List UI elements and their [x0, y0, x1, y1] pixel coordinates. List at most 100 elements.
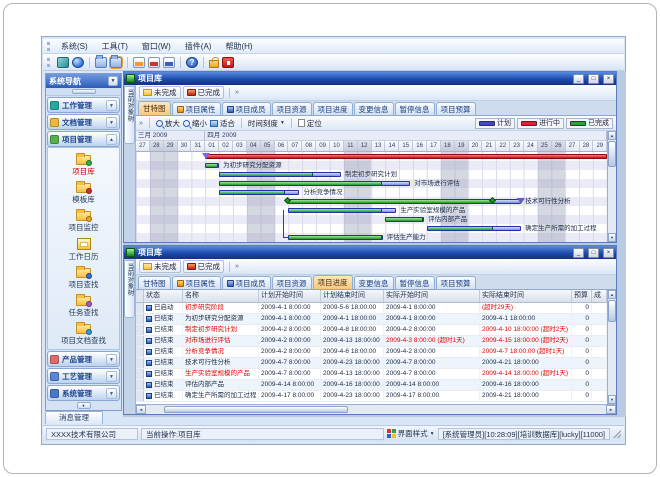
sidebar-item-0[interactable]: 项目库 [48, 151, 119, 178]
object-tree-tab[interactable]: 当前对象树 [124, 86, 135, 144]
tab-3[interactable]: 项目资源 [272, 276, 312, 289]
table-row-7[interactable]: 已结束评估内部产品2009-4-14 8:00:002009-4-16 18:0… [136, 380, 607, 391]
scroll-left-icon[interactable]: ◄ [136, 405, 146, 414]
report-red-icon[interactable] [148, 57, 160, 68]
tab-4[interactable]: 项目进度 [313, 275, 353, 289]
timescale-button[interactable]: 时间刻度▼ [248, 118, 285, 129]
sidebar-item-4[interactable]: 项目查找 [48, 264, 119, 291]
vertical-scrollbar[interactable]: ▲ ▼ [607, 290, 616, 404]
tab-1[interactable]: 项目属性 [172, 102, 221, 115]
minimize-button[interactable]: _ [573, 248, 584, 258]
locate-button[interactable]: 定位 [298, 118, 322, 129]
filter-unfinished-button[interactable]: 未完成 [139, 86, 181, 99]
window-titlebar[interactable]: 项目库 _ □ × [124, 246, 616, 259]
zoom-out-button[interactable]: 缩小 [183, 118, 207, 129]
scroll-right-icon[interactable]: ► [606, 405, 616, 414]
menu-item-1[interactable]: 工具(T) [95, 39, 135, 54]
tab-3[interactable]: 项目资源 [272, 102, 312, 115]
table-row-5[interactable]: 已结束技术可行性分析2009-4-7 8:00:002009-4-23 18:0… [136, 358, 607, 369]
tab-2[interactable]: 项目成员 [222, 102, 271, 115]
table-row-3[interactable]: 已结束对市场进行评估2009-4-2 8:00:002009-4-13 18:0… [136, 336, 607, 347]
filter-finished-button[interactable]: 已完成 [183, 86, 225, 99]
message-tab[interactable]: 消息管理 [45, 411, 103, 424]
table-row-0[interactable]: 已启动初步研究阶段2009-4-1 8:00:002009-5-6 18:00:… [136, 303, 607, 314]
vertical-scrollbar[interactable]: ▲ ▼ [607, 131, 616, 242]
sidebar-item-3[interactable]: 工作日历 [48, 235, 119, 263]
tab-5[interactable]: 变更信息 [354, 276, 394, 289]
more-chevron-icon[interactable]: » [235, 89, 239, 96]
globe-icon[interactable] [72, 57, 84, 68]
sidebar-item-1[interactable]: 模板库 [48, 179, 119, 206]
object-tree-tab[interactable]: 当前对象树 [124, 260, 135, 318]
scroll-thumb[interactable] [608, 300, 616, 322]
folder-open-icon[interactable] [110, 57, 122, 68]
sidebar-group-3[interactable]: 产品管理▼ [47, 351, 120, 367]
chevron-up-icon[interactable]: ▲ [106, 134, 117, 145]
gantt-bar-1[interactable] [205, 163, 219, 168]
chevron-down-icon[interactable]: ▼ [106, 371, 117, 382]
column-header-7[interactable]: 成 [592, 290, 607, 302]
close-button[interactable]: × [603, 74, 614, 84]
tab-2[interactable]: 项目成员 [222, 276, 271, 289]
sidebar-group-4[interactable]: 工艺管理▼ [47, 368, 120, 384]
close-button[interactable]: × [603, 248, 614, 258]
sidebar-item-6[interactable]: 项目文档查找 [48, 320, 119, 347]
tab-1[interactable]: 项目属性 [172, 276, 221, 289]
table-row-4[interactable]: 已结束分析竞争情况2009-4-2 8:00:002009-4-6 18:00:… [136, 347, 607, 358]
minimize-button[interactable]: _ [573, 74, 584, 84]
sidebar-group-1[interactable]: 文档管理▼ [47, 114, 120, 130]
report-orange-icon[interactable] [133, 57, 145, 68]
resize-grip[interactable] [613, 430, 621, 438]
gantt-bar-inprogress[interactable] [205, 154, 607, 159]
column-header-4[interactable]: 实际开始时间 [384, 290, 480, 302]
scroll-thumb[interactable] [164, 406, 348, 413]
maximize-button[interactable]: □ [588, 248, 599, 258]
gantt-bar-4[interactable] [219, 190, 299, 195]
report-blue-icon[interactable] [163, 57, 175, 68]
tab-0[interactable]: 甘特图 [138, 101, 171, 115]
table-row-1[interactable]: 已结束为初步研究分配资源2009-4-1 8:00:002009-4-1 18:… [136, 314, 607, 325]
table-row-8[interactable]: 已结束确定生产所需的加工过程2009-4-17 8:00:002009-4-23… [136, 391, 607, 402]
tab-7[interactable]: 项目预算 [436, 102, 476, 115]
scroll-down-icon[interactable]: ▼ [608, 233, 616, 242]
column-header-2[interactable]: 计划开始时间 [259, 290, 321, 302]
more-chevron-icon[interactable]: » [235, 263, 239, 270]
sidebar-item-2[interactable]: 项目监控 [48, 207, 119, 234]
column-header-0[interactable]: 状态 [144, 290, 183, 302]
scroll-down-icon[interactable]: ▼ [608, 395, 616, 404]
zoom-in-button[interactable]: 放大 [156, 118, 180, 129]
column-header-6[interactable]: 预算 [572, 290, 592, 302]
horizontal-scrollbar[interactable]: ◄ ► [136, 404, 616, 414]
sidebar-group-0[interactable]: 工作管理▼ [47, 97, 120, 113]
filter-unfinished-button[interactable]: 未完成 [139, 260, 181, 273]
help-icon[interactable]: ? [186, 57, 198, 68]
sidebar-group-2[interactable]: 项目管理▲ [47, 131, 120, 147]
scroll-thumb[interactable] [608, 141, 616, 167]
sidebar-scroll-down-button[interactable]: ▼ [77, 402, 91, 409]
gantt-bar-7[interactable] [385, 217, 424, 222]
filter-finished-button[interactable]: 已完成 [183, 260, 225, 273]
chevron-down-icon[interactable]: ▼ [106, 388, 117, 399]
tab-6[interactable]: 暂停信息 [395, 102, 435, 115]
scroll-up-icon[interactable]: ▲ [608, 290, 616, 299]
column-header-3[interactable]: 计划结束时间 [321, 290, 384, 302]
ui-style-button[interactable]: 界面样式 ▼ [387, 428, 435, 439]
sidebar-group-5[interactable]: 系统管理▼ [47, 385, 120, 401]
exit-icon[interactable] [222, 57, 234, 68]
tab-5[interactable]: 变更信息 [354, 102, 394, 115]
chevron-down-icon[interactable]: ▼ [106, 117, 117, 128]
column-header-5[interactable]: 实际结束时间 [480, 290, 572, 302]
tab-6[interactable]: 暂停信息 [395, 276, 435, 289]
sidebar-collapse-handle[interactable] [72, 89, 96, 94]
folder-closed-icon[interactable] [95, 57, 107, 68]
chevron-down-icon[interactable]: ▼ [106, 100, 117, 111]
gantt-bar-2[interactable] [219, 172, 341, 177]
scroll-up-icon[interactable]: ▲ [608, 131, 616, 140]
maximize-button[interactable]: □ [588, 74, 599, 84]
menu-item-0[interactable]: 系统(S) [54, 39, 95, 54]
monitor-icon[interactable] [57, 57, 69, 68]
table-row-2[interactable]: 已结束制定初步研究计划2009-4-2 8:00:002009-4-8 18:0… [136, 325, 607, 336]
tab-4[interactable]: 项目进度 [313, 102, 353, 115]
tab-7[interactable]: 项目预算 [436, 276, 476, 289]
overflow-chevron-icon[interactable]: » [139, 120, 143, 127]
